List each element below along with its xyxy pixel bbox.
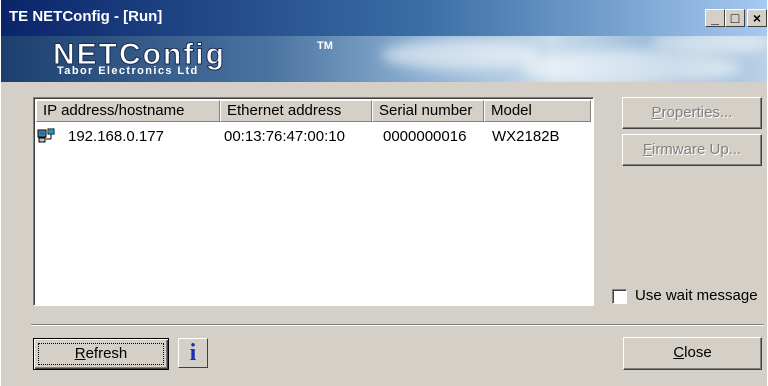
focus-rect — [38, 343, 164, 365]
refresh-button[interactable]: Refresh — [33, 338, 169, 370]
use-wait-message-checkbox[interactable] — [612, 289, 627, 304]
cell-ethernet: 00:13:76:47:00:10 — [224, 128, 345, 145]
cell-serial: 0000000016 — [383, 128, 467, 145]
cell-model: WX2182B — [492, 128, 560, 145]
column-header-model[interactable]: Model — [484, 100, 591, 122]
window-title: TE NETConfig - [Run] — [9, 8, 163, 25]
title-bar[interactable]: TE NETConfig - [Run] _ □ × — [1, 0, 767, 36]
maximize-icon: □ — [730, 10, 740, 26]
use-wait-message-label[interactable]: Use wait message — [635, 287, 758, 304]
logo-subtitle: Tabor Electronics Ltd — [57, 65, 199, 77]
column-header-serial[interactable]: Serial number — [372, 100, 484, 122]
close-icon: × — [752, 10, 762, 26]
properties-button[interactable]: Properties... — [622, 97, 762, 129]
netconfig-banner: NETConfig TM Tabor Electronics Ltd — [1, 36, 767, 82]
device-list[interactable]: IP address/hostname Ethernet address Ser… — [33, 97, 594, 306]
minimize-icon: _ — [711, 10, 719, 26]
column-header-ethernet[interactable]: Ethernet address — [220, 100, 372, 122]
maximize-button[interactable]: □ — [725, 9, 745, 27]
separator — [31, 324, 764, 326]
close-window-button[interactable]: × — [747, 9, 767, 27]
firmware-update-button[interactable]: Firmware Up... — [622, 134, 762, 166]
info-icon: i — [189, 340, 197, 366]
logo-trademark: TM — [317, 40, 333, 52]
info-button[interactable]: i — [178, 338, 208, 368]
netconfig-window: TE NETConfig - [Run] _ □ × NETConfig TM … — [0, 0, 767, 386]
column-header-ip[interactable]: IP address/hostname — [36, 100, 220, 122]
network-computer-icon — [37, 128, 55, 143]
netconfig-logo: NETConfig TM Tabor Electronics Ltd — [53, 38, 353, 80]
close-button[interactable]: Close — [623, 337, 762, 370]
minimize-button[interactable]: _ — [705, 9, 725, 27]
cell-ip: 192.168.0.177 — [68, 128, 164, 145]
